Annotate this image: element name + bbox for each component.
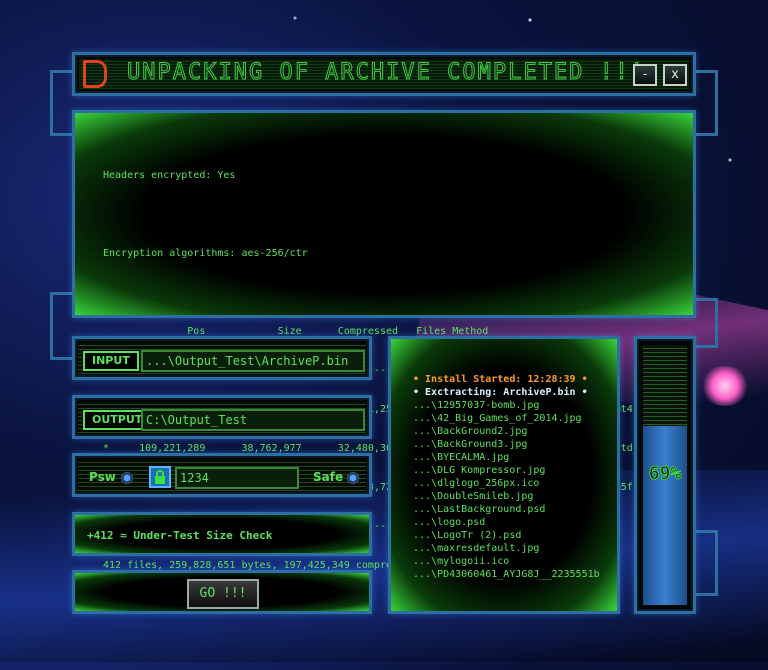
list-item: ...\BackGround2.jpg [413,426,528,437]
list-item: ...\LastBackground.psd [413,504,546,515]
password-radio[interactable] [121,472,133,484]
output-path-field[interactable]: C:\Output_Test [141,409,365,431]
list-item: ...\DLG Kompressor.jpg [413,465,546,476]
go-button[interactable]: GO !!! [187,579,259,609]
progress-bar: 69% [634,336,696,614]
install-started-line: • Install Started: 12:28:39 • [413,374,588,385]
log-line: Headers encrypted: Yes [103,170,236,181]
list-item: ...\mylogoii.ico [413,556,510,567]
go-row: GO !!! [72,570,372,614]
list-item: ...\PD43060461_AYJG8J__2235551b [413,569,600,580]
background-planet-glow [700,366,750,406]
pipe-right-top [694,70,718,136]
progress-label: 69% [648,463,682,485]
input-row: INPUT ...\Output_Test\ArchiveP.bin [72,336,372,380]
password-field[interactable]: 1234 [175,467,299,489]
pipe-left-bottom [50,292,74,360]
safe-radio[interactable] [347,472,359,484]
list-item: ...\LogoTr (2).psd [413,530,522,541]
extracting-line: • Exctracting: ArchiveP.bin • [413,387,588,398]
app-logo-icon [83,60,107,88]
file-list: • Install Started: 12:28:39 • • Exctract… [413,373,603,581]
password-row: Psw 1234 Safe [72,453,372,497]
safe-label: Safe [313,470,344,484]
close-button[interactable]: x [663,64,687,86]
file-list-panel: • Install Started: 12:28:39 • • Exctract… [388,336,620,614]
status-row: +412 ≈ Under-Test Size Check [72,512,372,556]
window-title: UNPACKING OF ARCHIVE COMPLETED !!! [126,60,646,86]
list-item: ...\DoubleSmileb.jpg [413,491,534,502]
list-item: ...\BackGround3.jpg [413,439,528,450]
lock-icon[interactable] [149,466,171,488]
list-item: ...\42_Big_Games_of_2014.jpg [413,413,582,424]
lock-body [155,476,165,484]
minimize-button[interactable]: - [633,64,657,86]
list-item: ...\dlglogo_256px.ico [413,478,540,489]
pipe-left-top [50,70,74,136]
list-item: ...\12957037-bomb.jpg [413,400,540,411]
pipe-right-bottom [694,530,718,596]
list-item: ...\maxresdefault.jpg [413,543,540,554]
list-item: ...\BYECALMA.jpg [413,452,510,463]
input-button[interactable]: INPUT [83,351,139,371]
output-row: OUTPUT C:\Output_Test [72,395,372,439]
title-bar: UNPACKING OF ARCHIVE COMPLETED !!! - x [72,52,696,96]
log-line: Encryption algorithms: aes-256/ctr [103,248,308,259]
status-text: +412 ≈ Under-Test Size Check [87,529,273,542]
archive-info-panel: Headers encrypted: Yes Encryption algori… [72,110,696,571]
input-path-field[interactable]: ...\Output_Test\ArchiveP.bin [141,350,365,372]
progress-fill [643,426,687,605]
pipe-right-mid [694,298,718,348]
list-item: ...\logo.psd [413,517,486,528]
password-label: Psw [89,470,116,484]
